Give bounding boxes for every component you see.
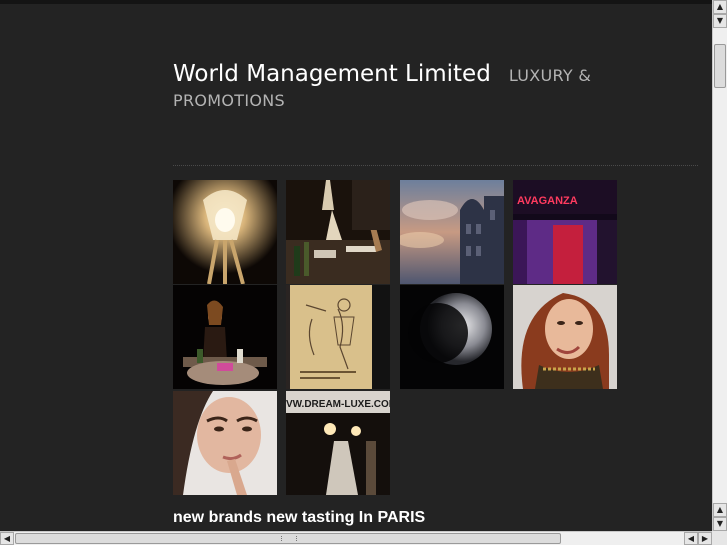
photo-dream-luxe-booth[interactable]: VW.DREAM-LUXE.COM — [286, 391, 390, 495]
photo-lamp-sculpture[interactable] — [173, 180, 277, 284]
scroll-up-button-bottom[interactable]: ▲ — [713, 503, 727, 517]
scroll-left-button[interactable]: ◀ — [0, 532, 14, 545]
photo-cathedral-sky[interactable] — [400, 180, 504, 284]
photo-moon-crescent[interactable] — [400, 285, 504, 389]
page-content: World Management Limited LUXURY & PROMOTI… — [0, 4, 712, 531]
header-divider — [173, 165, 698, 166]
horizontal-scroll-thumb[interactable] — [15, 533, 561, 544]
photo-stage-extravaganza[interactable]: AVAGANZA — [513, 180, 617, 284]
svg-text:AVAGANZA: AVAGANZA — [517, 195, 578, 207]
scroll-right-button[interactable]: ▶ — [698, 532, 712, 545]
scroll-down-button[interactable]: ▼ — [713, 517, 727, 531]
booth-sign-text: VW.DREAM-LUXE.COM — [286, 399, 390, 410]
scroll-grip-icon — [281, 536, 297, 541]
vertical-scrollbar[interactable]: ▲ ▼ ▲ ▼ — [712, 0, 727, 531]
scroll-left-button-right[interactable]: ◀ — [684, 532, 698, 545]
photo-smiling-woman[interactable] — [513, 285, 617, 389]
post-title[interactable]: new brands new tasting In PARIS — [173, 509, 425, 527]
scroll-down-button-top[interactable]: ▼ — [713, 14, 727, 28]
photo-fashion-sketch[interactable] — [286, 285, 390, 389]
site-name[interactable]: World Management Limited — [173, 61, 491, 87]
vertical-scroll-thumb[interactable] — [714, 44, 726, 88]
scroll-up-button[interactable]: ▲ — [713, 0, 727, 14]
scrollbar-corner — [712, 531, 727, 545]
photo-table-display[interactable] — [286, 180, 390, 284]
horizontal-scrollbar[interactable]: ◀ ◀ ▶ — [0, 531, 712, 545]
photo-tasting-stand[interactable] — [173, 285, 277, 389]
photo-gallery: AVAGANZA VW.DREAM-LUXE.COM — [173, 180, 619, 495]
site-header: World Management Limited LUXURY & PROMOTI… — [173, 62, 653, 113]
photo-woman-portrait[interactable] — [173, 391, 277, 495]
